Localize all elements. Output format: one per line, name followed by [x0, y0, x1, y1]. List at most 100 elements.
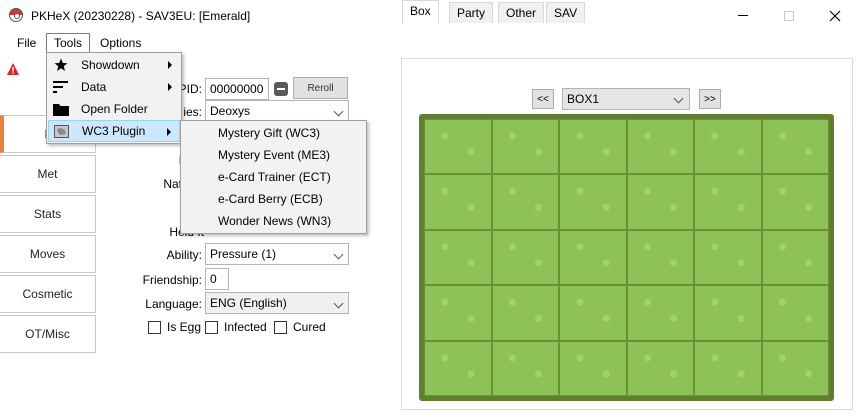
box-slot[interactable]: [626, 119, 694, 175]
box-slot[interactable]: [761, 340, 829, 396]
pokeball-icon: [9, 8, 23, 22]
plugin-icon: [54, 124, 70, 140]
menu-tools[interactable]: Tools: [46, 33, 91, 54]
friendship-label: Friendship:: [142, 273, 202, 287]
tools-dropdown: Showdown Data Open Folder WC3 Plugin: [46, 52, 182, 144]
is-egg-label: Is Egg: [167, 320, 202, 334]
box-slot[interactable]: [424, 119, 492, 175]
box-slot[interactable]: [694, 119, 762, 175]
partial-label: I: [160, 153, 182, 167]
box-slot[interactable]: [424, 285, 492, 341]
box-slot[interactable]: [761, 119, 829, 175]
tab-party[interactable]: Party: [449, 2, 494, 23]
menu-item-open-folder[interactable]: Open Folder: [48, 98, 180, 120]
wc3-submenu: Mystery Gift (WC3) Mystery Event (ME3) e…: [180, 120, 367, 234]
box-slot[interactable]: [491, 229, 559, 286]
side-tab-moves[interactable]: Moves: [0, 235, 96, 273]
submenu-arrow-icon: [167, 128, 171, 136]
menu-item-wonder-news[interactable]: Wonder News (WN3): [182, 210, 365, 232]
checkbox-box[interactable]: [274, 320, 287, 334]
menu-item-data[interactable]: Data: [48, 76, 180, 98]
folder-icon: [53, 101, 69, 117]
side-tab-met[interactable]: Met: [0, 155, 96, 193]
box-grid: [419, 114, 834, 401]
close-icon: [829, 10, 841, 21]
next-box-button[interactable]: >>: [699, 89, 721, 109]
box-slot[interactable]: [626, 174, 694, 230]
tab-box[interactable]: Box: [402, 0, 439, 24]
box-slot[interactable]: [491, 285, 559, 341]
menu-item-wc3-plugin[interactable]: WC3 Plugin: [48, 120, 180, 142]
cured-checkbox[interactable]: Cured: [274, 320, 326, 334]
submenu-arrow-icon: [168, 83, 172, 91]
side-tab-cosmetic[interactable]: Cosmetic: [0, 275, 96, 313]
tab-other[interactable]: Other: [498, 2, 545, 23]
ability-select[interactable]: Pressure (1): [205, 243, 349, 265]
box-slot[interactable]: [491, 340, 559, 396]
menu-item-mystery-gift[interactable]: Mystery Gift (WC3): [182, 122, 365, 144]
box-slot[interactable]: [626, 285, 694, 341]
menu-item-showdown[interactable]: Showdown: [48, 54, 180, 76]
maximize-icon: [784, 10, 794, 21]
infected-checkbox[interactable]: Infected: [205, 320, 267, 334]
minimize-icon: [738, 15, 748, 16]
data-bars-icon: [53, 79, 69, 95]
menu-item-label: WC3 Plugin: [82, 124, 146, 138]
menu-item-label: Open Folder: [81, 102, 148, 116]
menu-item-label: Data: [81, 80, 107, 94]
maximize-button[interactable]: [766, 0, 812, 31]
is-egg-checkbox[interactable]: Is Egg: [148, 320, 201, 334]
box-slot[interactable]: [559, 285, 627, 341]
side-tab-ot-misc[interactable]: OT/Misc: [0, 315, 96, 353]
side-tab-stats[interactable]: Stats: [0, 195, 96, 233]
box-slot[interactable]: [424, 229, 492, 286]
box-slot[interactable]: [694, 340, 762, 396]
minimize-button[interactable]: [720, 0, 766, 31]
reroll-button[interactable]: Reroll: [293, 77, 348, 99]
menu-bar: File Tools Options: [0, 31, 858, 54]
box-slot[interactable]: [626, 340, 694, 396]
box-slot[interactable]: [761, 174, 829, 230]
box-slot[interactable]: [559, 229, 627, 286]
box-slot[interactable]: [559, 119, 627, 175]
species-select[interactable]: Deoxys: [205, 100, 349, 122]
shiny-toggle-icon[interactable]: [274, 82, 288, 96]
pid-field[interactable]: 00000000: [205, 78, 269, 100]
box-slot[interactable]: [559, 340, 627, 396]
infected-label: Infected: [224, 320, 267, 334]
box-slot[interactable]: [694, 229, 762, 286]
box-slot[interactable]: [559, 174, 627, 230]
box-slot[interactable]: [694, 174, 762, 230]
warning-icon[interactable]: [6, 62, 20, 76]
tab-sav[interactable]: SAV: [546, 2, 586, 23]
nature-label: Nat: [163, 177, 182, 191]
box-slot[interactable]: [424, 174, 492, 230]
star-icon: [53, 57, 69, 73]
menu-item-ecard-trainer[interactable]: e-Card Trainer (ECT): [182, 166, 365, 188]
checkbox-box[interactable]: [148, 320, 161, 334]
menu-options[interactable]: Options: [93, 33, 148, 53]
window-title: PKHeX (20230228) - SAV3EU: [Emerald]: [31, 9, 251, 23]
box-slot[interactable]: [424, 340, 492, 396]
submenu-arrow-icon: [168, 61, 172, 69]
box-slot[interactable]: [694, 285, 762, 341]
friendship-field[interactable]: 0: [205, 268, 229, 290]
box-slot[interactable]: [491, 174, 559, 230]
language-label: Language:: [145, 297, 202, 311]
close-button[interactable]: [812, 0, 858, 31]
menu-item-ecard-berry[interactable]: e-Card Berry (ECB): [182, 188, 365, 210]
ability-label: Ability:: [166, 248, 202, 262]
language-select[interactable]: ENG (English): [205, 292, 349, 314]
menu-item-mystery-event[interactable]: Mystery Event (ME3): [182, 144, 365, 166]
prev-box-button[interactable]: <<: [532, 89, 554, 109]
box-slot[interactable]: [761, 229, 829, 286]
box-select[interactable]: BOX1: [562, 88, 690, 110]
menu-file[interactable]: File: [10, 33, 43, 53]
menu-item-label: Showdown: [81, 58, 140, 72]
checkbox-box[interactable]: [205, 320, 218, 334]
cured-label: Cured: [293, 320, 326, 334]
box-slot[interactable]: [491, 119, 559, 175]
box-slot[interactable]: [761, 285, 829, 341]
box-slot[interactable]: [626, 229, 694, 286]
side-tab-label: OT/Misc: [25, 327, 70, 341]
